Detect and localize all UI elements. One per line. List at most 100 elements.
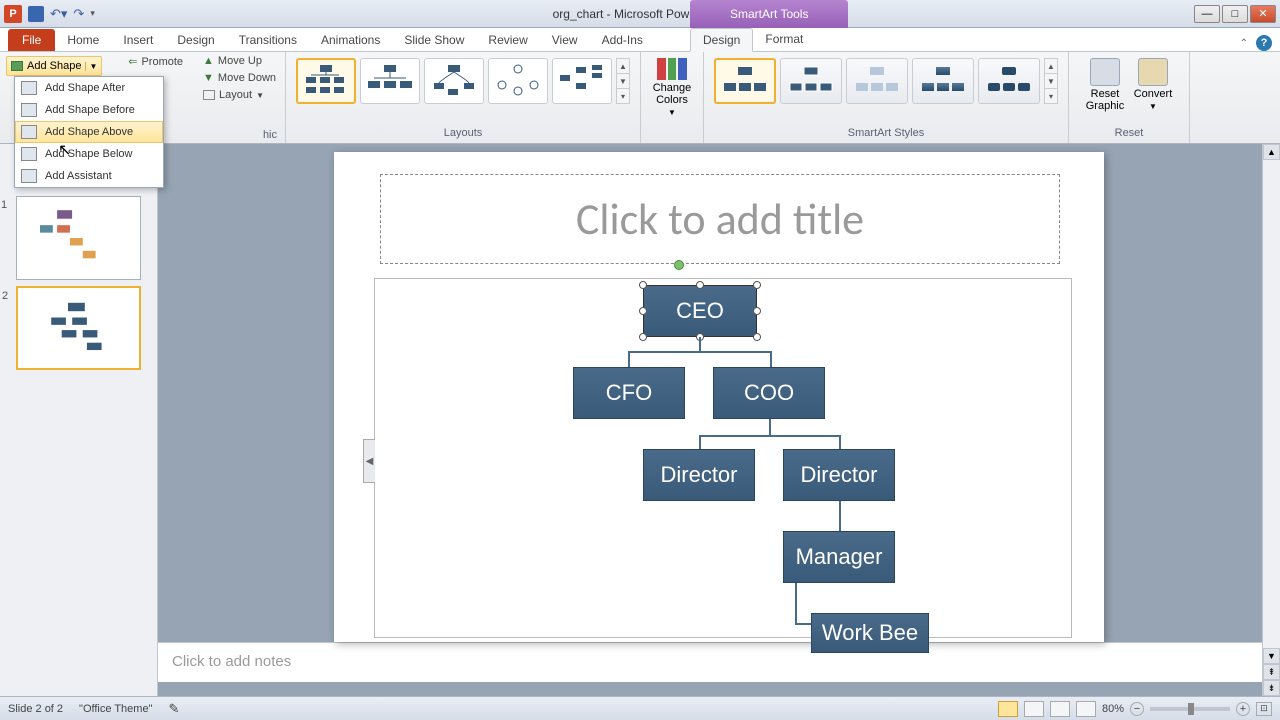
reset-graphic-button[interactable]: Reset Graphic <box>1083 58 1127 112</box>
layouts-gallery-scroll[interactable]: ▲▼▾ <box>616 58 630 104</box>
add-shape-before-item[interactable]: Add Shape Before <box>15 99 163 121</box>
promote-label: Promote <box>141 56 183 68</box>
tab-transitions[interactable]: Transitions <box>227 29 309 51</box>
help-icon[interactable]: ? <box>1256 35 1272 51</box>
convert-label: Convert <box>1134 88 1173 100</box>
smartart-container[interactable]: ◀ CEO CFO COO <box>374 278 1072 638</box>
notes-placeholder-text: Click to add notes <box>172 653 291 670</box>
node-workbee[interactable]: Work Bee <box>811 613 929 653</box>
change-colors-button[interactable]: Change Colors ▼ <box>647 54 697 122</box>
add-before-icon <box>21 103 37 117</box>
style-moderate-effect[interactable] <box>912 58 974 104</box>
next-slide-icon[interactable]: ⇟ <box>1263 680 1280 696</box>
node-manager[interactable]: Manager <box>783 531 895 583</box>
add-assistant-item[interactable]: Add Assistant <box>15 165 163 187</box>
add-shape-above-item[interactable]: Add Shape Above <box>15 121 163 143</box>
styles-group-label: SmartArt Styles <box>710 127 1062 141</box>
style-white-outline[interactable] <box>780 58 842 104</box>
layout-icon <box>203 90 215 100</box>
layout-circle-picture[interactable] <box>488 58 548 104</box>
style-subtle-effect[interactable] <box>846 58 908 104</box>
title-bar: P ↶▾ ↷ ▾ org_chart - Microsoft PowerPoin… <box>0 0 1280 28</box>
slide-canvas[interactable]: Click to add title ◀ CEO CFO <box>334 152 1104 642</box>
maximize-button[interactable]: □ <box>1222 5 1248 23</box>
add-assistant-icon <box>21 169 37 183</box>
fit-window-button[interactable]: ⊡ <box>1256 702 1272 716</box>
tab-addins[interactable]: Add-Ins <box>590 29 655 51</box>
node-ceo[interactable]: CEO <box>643 285 757 337</box>
promote-button[interactable]: ⇐ Promote <box>125 54 186 69</box>
layouts-group-label: Layouts <box>292 127 634 141</box>
move-up-button[interactable]: ▲Move Up <box>200 54 279 68</box>
tab-smartart-format[interactable]: Format <box>753 28 815 51</box>
add-shape-below-item[interactable]: Add Shape Below <box>15 143 163 165</box>
tab-smartart-design[interactable]: Design <box>690 28 753 52</box>
qat-more-icon[interactable]: ▾ <box>90 8 95 19</box>
tab-home[interactable]: Home <box>55 29 111 51</box>
redo-icon[interactable]: ↷ <box>73 6 84 22</box>
add-below-icon <box>21 147 37 161</box>
node-cfo[interactable]: CFO <box>573 367 685 419</box>
close-button[interactable]: ✕ <box>1250 5 1276 23</box>
undo-icon[interactable]: ↶▾ <box>50 6 67 22</box>
styles-gallery-scroll[interactable]: ▲▼▾ <box>1044 58 1058 104</box>
gallery-expand-icon[interactable]: ▾ <box>617 89 629 103</box>
promote-icon: ⇐ <box>128 55 137 68</box>
slide-thumb-1[interactable]: 1 <box>16 196 141 280</box>
title-placeholder-text: Click to add title <box>576 192 864 246</box>
move-down-button[interactable]: ▼Move Down <box>200 71 279 85</box>
slide-number: 1 <box>1 199 7 211</box>
layout-hierarchy[interactable] <box>552 58 612 104</box>
reading-view-button[interactable] <box>1050 701 1070 717</box>
tab-view[interactable]: View <box>540 29 590 51</box>
notes-pane[interactable]: Click to add notes <box>158 642 1262 682</box>
zoom-slider[interactable] <box>1150 707 1230 711</box>
rotate-handle-icon[interactable] <box>674 260 684 270</box>
tab-animations[interactable]: Animations <box>309 29 392 51</box>
slide-thumb-2[interactable]: 2 <box>16 286 141 370</box>
layout-button[interactable]: Layout▼ <box>200 88 279 102</box>
tab-file[interactable]: File <box>8 29 55 51</box>
tab-slideshow[interactable]: Slide Show <box>392 29 476 51</box>
scroll-down-icon[interactable]: ▼ <box>1045 74 1057 89</box>
gallery-expand-icon[interactable]: ▾ <box>1045 89 1057 103</box>
chevron-down-icon: ▼ <box>668 108 676 117</box>
change-colors-label: Change Colors <box>653 82 692 106</box>
add-shape-button[interactable]: Add Shape ▼ <box>6 56 102 76</box>
node-director-2[interactable]: Director <box>783 449 895 501</box>
zoom-in-button[interactable]: + <box>1236 702 1250 716</box>
tab-design[interactable]: Design <box>165 29 226 51</box>
vertical-scrollbar[interactable]: ▲ ▼ ⇞ ⇟ <box>1262 144 1280 696</box>
tab-insert[interactable]: Insert <box>111 29 165 51</box>
main-area: 1 2 Click to add title ◀ CEO <box>0 144 1280 696</box>
spell-check-icon[interactable]: ✎ <box>168 701 179 717</box>
layout-org-chart[interactable] <box>296 58 356 104</box>
ribbon: Add Shape ▼ Add Shape After Add Shape Be… <box>0 52 1280 144</box>
convert-button[interactable]: Convert ▼ <box>1131 58 1175 111</box>
add-shape-label: Add Shape <box>27 60 81 72</box>
zoom-level[interactable]: 80% <box>1102 703 1124 715</box>
style-simple-fill[interactable] <box>714 58 776 104</box>
save-icon[interactable] <box>28 6 44 22</box>
prev-slide-icon[interactable]: ⇞ <box>1263 664 1280 680</box>
scroll-up-icon[interactable]: ▲ <box>617 59 629 74</box>
tab-review[interactable]: Review <box>476 29 539 51</box>
title-placeholder[interactable]: Click to add title <box>380 174 1060 264</box>
normal-view-button[interactable] <box>998 701 1018 717</box>
node-coo[interactable]: COO <box>713 367 825 419</box>
scroll-up-icon[interactable]: ▲ <box>1045 59 1057 74</box>
minimize-ribbon-icon[interactable]: ⌃ <box>1240 38 1248 49</box>
slideshow-view-button[interactable] <box>1076 701 1096 717</box>
node-director-1[interactable]: Director <box>643 449 755 501</box>
minimize-button[interactable]: — <box>1194 5 1220 23</box>
add-shape-after-item[interactable]: Add Shape After <box>15 77 163 99</box>
style-intense-effect[interactable] <box>978 58 1040 104</box>
sorter-view-button[interactable] <box>1024 701 1044 717</box>
text-pane-toggle[interactable]: ◀ <box>363 439 375 483</box>
layout-half-circle[interactable] <box>424 58 484 104</box>
scroll-down-icon[interactable]: ▼ <box>617 74 629 89</box>
scroll-up-icon[interactable]: ▲ <box>1263 144 1280 160</box>
layout-name-title[interactable] <box>360 58 420 104</box>
scroll-down-icon[interactable]: ▼ <box>1263 648 1280 664</box>
zoom-out-button[interactable]: − <box>1130 702 1144 716</box>
